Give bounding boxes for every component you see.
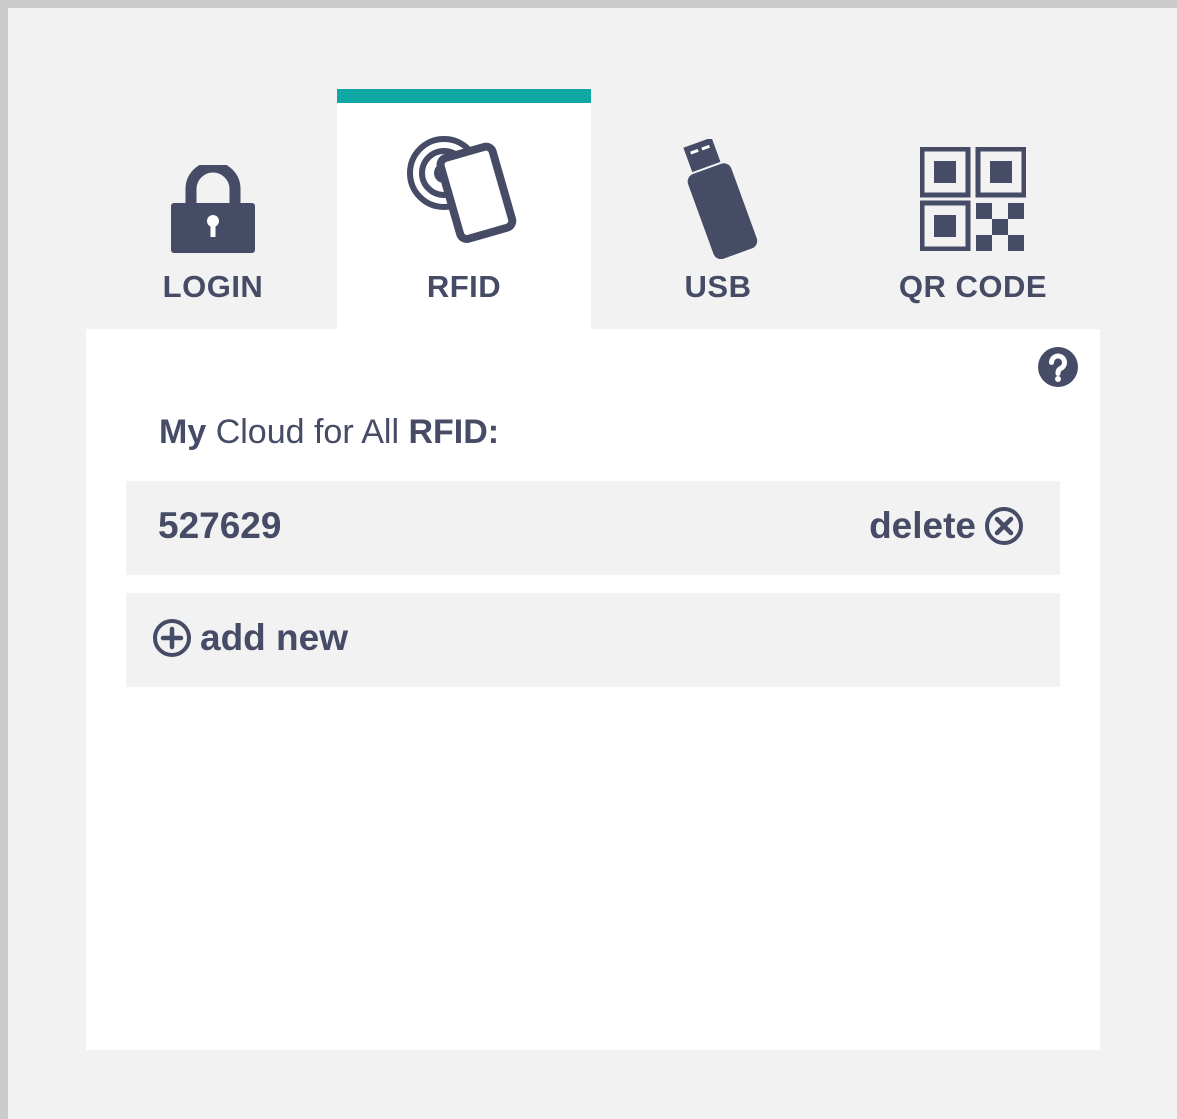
panel-title: My Cloud for All RFID: [159, 413, 499, 452]
add-new-label: add new [200, 617, 349, 658]
rfid-list-item: 527629 delete [126, 481, 1060, 575]
delete-x-circle-icon [985, 507, 1023, 545]
tab-label-usb: USB [684, 269, 752, 304]
plus-circle-icon [153, 619, 191, 657]
tab-rfid[interactable]: RFID [337, 89, 591, 329]
delete-button[interactable]: delete [869, 505, 1024, 547]
add-new-wrap: add new [152, 617, 348, 659]
title-my: My [159, 413, 207, 451]
tab-usb[interactable]: USB [591, 89, 845, 329]
window-frame-left [0, 0, 8, 1119]
tab-label-qr-code: QR CODE [898, 269, 1048, 304]
window-frame-top [0, 0, 1177, 8]
qr-code-icon [846, 147, 1100, 251]
delete-label: delete [869, 505, 976, 546]
tab-label-rfid: RFID [426, 269, 502, 304]
usb-stick-icon [591, 139, 845, 259]
title-cloud-for-all: Cloud for All [215, 413, 400, 451]
lock-icon [86, 165, 340, 253]
rfid-panel: My Cloud for All RFID: 527629 delete add… [86, 329, 1100, 1050]
title-rfid: RFID: [408, 413, 500, 451]
rfid-value: 527629 [158, 505, 282, 546]
tab-label-login: LOGIN [162, 269, 264, 304]
tab-login[interactable]: LOGIN [86, 89, 340, 329]
add-new-button[interactable]: add new [126, 593, 1060, 687]
tab-qr-code[interactable]: QR CODE [846, 89, 1100, 329]
help-icon[interactable] [1038, 347, 1078, 387]
rfid-card-icon [337, 133, 591, 245]
